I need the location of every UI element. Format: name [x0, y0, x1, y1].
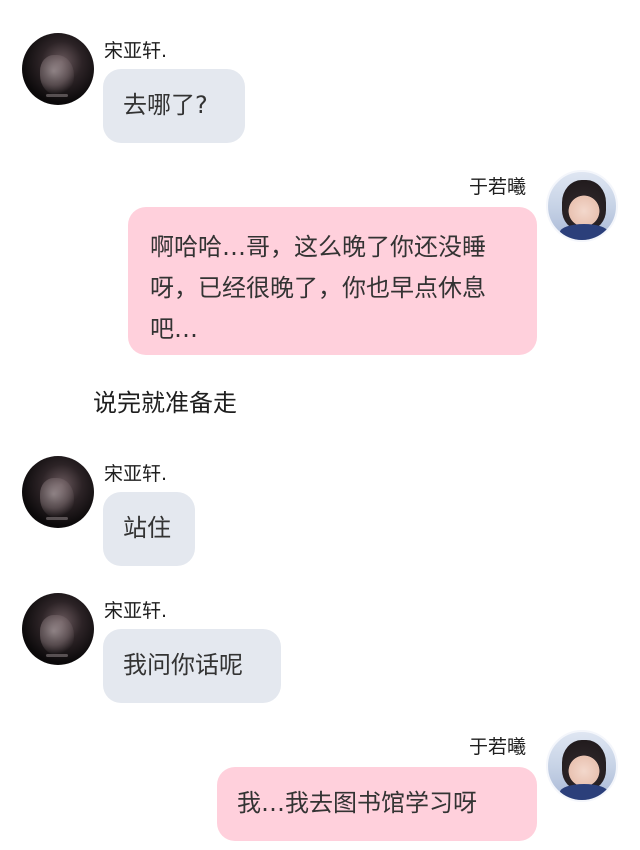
message-bubble[interactable]: 我…我去图书馆学习呀	[217, 767, 537, 841]
sender-name: 宋亚轩.	[104, 600, 168, 622]
sender-name: 于若曦	[469, 736, 527, 758]
avatar[interactable]	[22, 33, 94, 105]
message-bubble[interactable]: 站住	[103, 492, 195, 566]
avatar[interactable]	[22, 593, 94, 665]
sender-name: 于若曦	[469, 176, 527, 198]
message-bubble[interactable]: 啊哈哈…哥，这么晚了你还没睡呀，已经很晚了，你也早点休息吧…	[128, 207, 537, 355]
avatar[interactable]	[546, 170, 618, 242]
avatar[interactable]	[546, 730, 618, 802]
message-bubble[interactable]: 我问你话呢	[103, 629, 281, 703]
sender-name: 宋亚轩.	[104, 463, 168, 485]
message-bubble[interactable]: 去哪了?	[103, 69, 245, 143]
sender-name: 宋亚轩.	[104, 40, 168, 62]
narration-text: 说完就准备走	[93, 389, 237, 417]
avatar[interactable]	[22, 456, 94, 528]
